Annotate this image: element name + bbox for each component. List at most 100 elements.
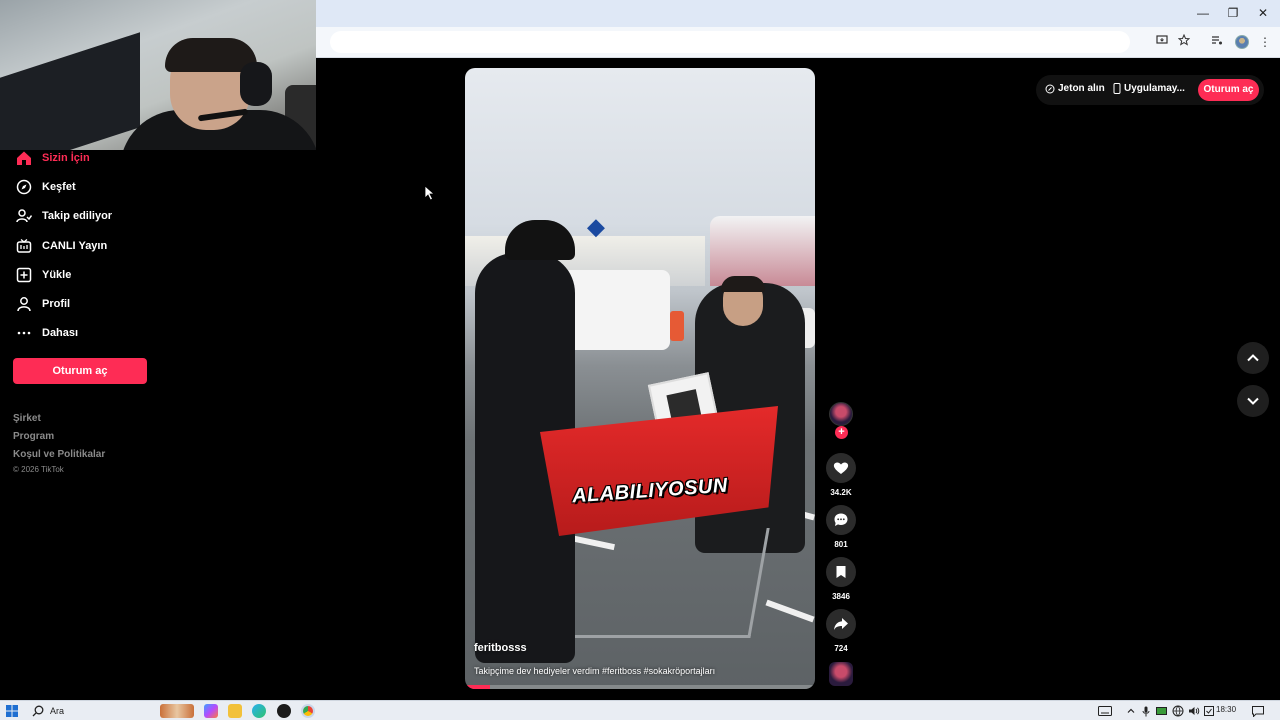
tray-chevron-up-icon[interactable] [1127,703,1135,719]
get-coins-label: Jeton alın [1058,83,1105,94]
sidebar-item-label: Sizin İçin [42,152,90,164]
bookmark-star-icon[interactable] [1175,33,1193,51]
restore-button[interactable]: ❐ [1218,4,1248,22]
share-button[interactable] [826,609,856,639]
profile-icon [14,294,34,314]
sidebar-item-label: Keşfet [42,181,76,193]
follow-plus-icon[interactable]: + [835,426,848,439]
sidebar-item-for-you[interactable]: Sizin İçin [14,145,90,171]
like-count: 34.2K [830,488,852,497]
sidebar-item-label: Profil [42,298,71,310]
start-button[interactable] [6,703,18,719]
creator-avatar[interactable] [829,402,853,426]
video-person-right-hair [721,276,765,292]
heart-icon [833,462,849,474]
save-button[interactable] [826,557,856,587]
chevron-up-icon [1247,354,1259,362]
edge-browser-icon[interactable] [252,704,266,718]
sidebar-item-following[interactable]: Takip ediliyor [14,203,112,229]
upload-icon [14,265,34,285]
sidebar-item-upload[interactable]: Yükle [14,262,71,288]
store-logo-icon: ◆ [587,214,605,239]
obs-icon[interactable] [277,704,291,718]
more-icon [14,323,34,343]
taskbar-search[interactable]: Ara [32,703,64,719]
microphone-icon[interactable] [1142,703,1150,719]
taskbar-clock[interactable]: 18:30 [1216,705,1236,714]
following-icon [14,206,34,226]
keyboard-icon[interactable] [1098,703,1112,719]
network-icon[interactable] [1172,703,1184,719]
phone-icon [1113,83,1121,94]
sidebar-item-live[interactable]: CANLI Yayın [14,233,107,259]
get-app-label: Uygulamay... [1124,83,1185,94]
profile-avatar[interactable] [1235,35,1249,49]
sidebar-item-label: Yükle [42,269,72,281]
video-progress-fill [465,685,490,689]
comment-icon [834,513,848,526]
footer-link-terms[interactable]: Koşul ve Politikalar [13,449,105,460]
comment-button[interactable] [826,505,856,535]
video-cart-base [550,528,770,638]
chrome-icon[interactable] [301,704,315,718]
footer-link-company[interactable]: Şirket [13,413,41,424]
mouse-cursor-icon [424,185,436,201]
sidebar-item-label: Dahası [42,327,79,339]
live-icon [14,236,34,256]
notification-icon[interactable] [1252,703,1264,719]
battery-icon [1156,703,1168,719]
next-video-button[interactable] [1237,385,1269,417]
video-person-left-cap [505,220,575,260]
sidebar-login-button[interactable]: Oturum aç [13,358,147,384]
save-count: 3846 [832,592,850,601]
search-highlight-icon[interactable] [160,704,194,718]
video-description: Takipçime dev hediyeler verdim #feritbos… [474,666,716,676]
footer-link-program[interactable]: Program [13,431,54,442]
compass-icon [14,177,34,197]
minimize-button[interactable]: — [1188,4,1218,22]
home-icon [14,148,34,168]
parking-line [765,599,815,623]
cam-headset [240,62,272,106]
taskbar-search-placeholder: Ara [50,706,65,716]
copyright-text: © 2026 TikTok [13,465,64,474]
screen: — ❐ ✕ ⋮ Sizin İçin Keşfet Takip ediliyor… [0,0,1280,720]
vpn-icon[interactable] [1204,703,1214,719]
video-author[interactable]: feritbosss [474,642,527,654]
coin-icon [1045,84,1055,93]
windows-logo-icon [6,705,18,717]
video-progress-bar[interactable] [465,685,815,689]
copilot-icon[interactable] [204,704,218,718]
get-app-link[interactable]: Uygulamay... [1113,83,1185,94]
header-actions-pill: Jeton alın Uygulamay... Oturum aç [1036,75,1264,105]
share-icon [834,618,848,630]
like-button[interactable] [826,453,856,483]
webcam-overlay [0,0,316,150]
video-phone [670,311,684,341]
header-login-button[interactable]: Oturum aç [1198,79,1259,101]
search-icon [32,705,44,717]
cam-monitor [0,32,140,150]
bookmark-icon [836,566,846,578]
video-scene-mall [710,216,815,286]
comment-count: 801 [834,540,848,549]
sidebar-item-more[interactable]: Dahası [14,320,78,346]
windows-taskbar: Ara 18:30 [0,700,1280,720]
file-explorer-icon[interactable] [228,704,242,718]
address-bar[interactable] [330,31,1130,53]
kebab-menu-icon[interactable]: ⋮ [1256,33,1274,51]
volume-icon[interactable] [1188,703,1200,719]
media-control-icon[interactable] [1208,33,1226,51]
close-button[interactable]: ✕ [1248,4,1278,22]
previous-video-button[interactable] [1237,342,1269,374]
sidebar-item-explore[interactable]: Keşfet [14,174,76,200]
sidebar-item-profile[interactable]: Profil [14,291,70,317]
video-player[interactable]: ◆ ALABILIYOSUN feritbosss Takipçime dev … [465,68,815,689]
sidebar-item-label: CANLI Yayın [42,240,108,252]
chevron-down-icon [1247,397,1259,405]
sidebar-item-label: Takip ediliyor [42,210,113,222]
install-app-icon[interactable] [1153,33,1171,51]
get-coins-link[interactable]: Jeton alın [1045,83,1105,94]
share-count: 724 [834,644,848,653]
music-disc-icon[interactable] [829,662,853,686]
